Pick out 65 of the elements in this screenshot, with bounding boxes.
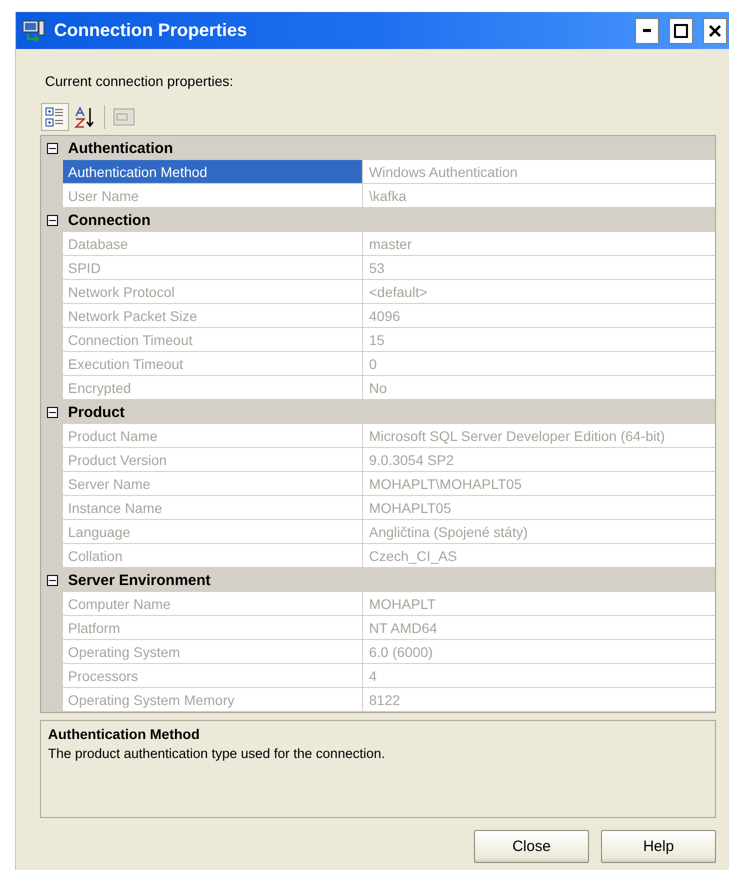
property-name[interactable]: User Name xyxy=(63,184,363,208)
minimize-button[interactable] xyxy=(635,18,659,44)
property-name[interactable]: Product Version xyxy=(63,448,363,472)
property-name[interactable]: Operating System xyxy=(63,640,363,664)
property-name[interactable]: Collation xyxy=(63,544,363,568)
property-name[interactable]: Execution Timeout xyxy=(63,352,363,376)
property-value: MOHAPLT xyxy=(363,592,715,616)
property-name[interactable]: Instance Name xyxy=(63,496,363,520)
property-value: NT AMD64 xyxy=(363,616,715,640)
close-button[interactable]: Close xyxy=(474,830,589,863)
help-button[interactable]: Help xyxy=(601,830,716,863)
property-value: 6.0 (6000) xyxy=(363,640,715,664)
property-name[interactable]: Processors xyxy=(63,664,363,688)
property-value: 4096 xyxy=(363,304,715,328)
maximize-button[interactable] xyxy=(669,18,693,44)
property-name[interactable]: Server Name xyxy=(63,472,363,496)
property-value: master xyxy=(363,232,715,256)
property-pages-icon xyxy=(113,107,135,127)
property-name[interactable]: Operating System Memory xyxy=(63,688,363,712)
property-value: Microsoft SQL Server Developer Edition (64-bit) xyxy=(363,424,715,448)
close-button[interactable] xyxy=(703,18,727,44)
property-value: \kafka xyxy=(363,184,715,208)
sort-icon xyxy=(74,106,96,128)
category-name: Authentication xyxy=(68,140,173,156)
categorized-icon xyxy=(45,106,65,128)
category-name: Connection xyxy=(68,212,150,228)
property-value: Windows Authentication xyxy=(363,160,715,184)
property-value: Czech_CI_AS xyxy=(363,544,715,568)
property-name[interactable]: Database xyxy=(63,232,363,256)
properties-label: Current connection properties: xyxy=(45,73,234,89)
collapse-icon[interactable] xyxy=(46,142,58,154)
property-name[interactable]: Product Name xyxy=(63,424,363,448)
property-value: 0 xyxy=(363,352,715,376)
property-name[interactable]: Authentication Method xyxy=(63,160,363,184)
description-text: The product authentication type used for the connection. xyxy=(48,746,386,761)
property-value: No xyxy=(363,376,715,400)
collapse-icon[interactable] xyxy=(46,406,58,418)
close-icon xyxy=(709,24,721,36)
description-title: Authentication Method xyxy=(48,726,201,742)
property-name[interactable]: Language xyxy=(63,520,363,544)
property-value: 9.0.3054 SP2 xyxy=(363,448,715,472)
computer-icon xyxy=(22,20,46,42)
property-value: 15 xyxy=(363,328,715,352)
collapse-icon[interactable] xyxy=(46,214,58,226)
property-name[interactable]: SPID xyxy=(63,256,363,280)
property-value: MOHAPLT05 xyxy=(363,496,715,520)
toolbar-button[interactable] xyxy=(41,103,69,131)
property-name[interactable]: Connection Timeout xyxy=(63,328,363,352)
property-value: MOHAPLT\MOHAPLT05 xyxy=(363,472,715,496)
property-name[interactable]: Network Protocol xyxy=(63,280,363,304)
property-value: 8122 xyxy=(363,688,715,712)
property-name[interactable]: Encrypted xyxy=(63,376,363,400)
property-name[interactable]: Network Packet Size xyxy=(63,304,363,328)
property-name[interactable]: Platform xyxy=(63,616,363,640)
property-name[interactable]: Computer Name xyxy=(63,592,363,616)
category-name: Server Environment xyxy=(68,572,211,588)
property-value: Angličtina (Spojené státy) xyxy=(363,520,715,544)
window-title: Connection Properties xyxy=(54,20,248,41)
property-value: 53 xyxy=(363,256,715,280)
minimize-icon xyxy=(643,29,651,32)
maximize-icon xyxy=(674,24,688,38)
property-value: 4 xyxy=(363,664,715,688)
property-value: <default> xyxy=(363,280,715,304)
category-name: Product xyxy=(68,404,125,420)
collapse-icon[interactable] xyxy=(46,574,58,586)
